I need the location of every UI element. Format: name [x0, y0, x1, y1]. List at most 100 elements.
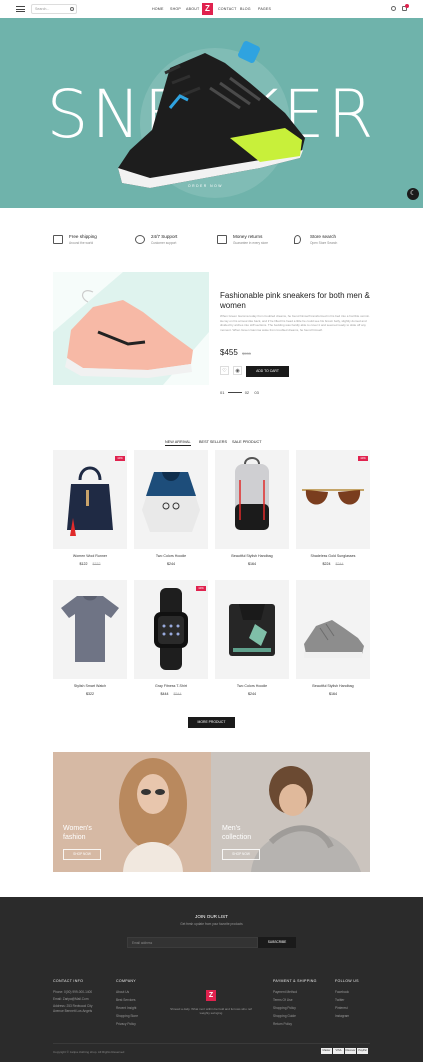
hero-sneaker-image — [118, 41, 305, 188]
newsletter-title: JOIN OUR LIST — [195, 914, 228, 919]
price: $122 — [79, 562, 88, 566]
company-title: COMPANY — [116, 979, 137, 983]
backpack-image — [235, 457, 269, 530]
wishlist-icon[interactable]: ♡ — [220, 366, 229, 375]
moon-icon[interactable]: ☾ — [407, 188, 419, 200]
product-name[interactable]: Gray Fitness T-Shirt — [134, 684, 208, 688]
payment-link[interactable]: Return Policy — [273, 1022, 292, 1026]
product-price: $224 $244 — [296, 562, 370, 566]
product-name[interactable]: Stylish Smart Watch — [53, 684, 127, 688]
featured-product-image[interactable] — [53, 272, 209, 385]
hero-subtitle[interactable]: ORDER NOW — [188, 184, 223, 188]
product-image-7[interactable] — [215, 580, 289, 679]
price: $164 — [329, 692, 337, 696]
contact-line: Address: 253 Redwood City — [53, 1004, 93, 1008]
women-banner[interactable]: Women's fashion SHOP NOW — [53, 752, 211, 872]
tshirt-image — [61, 596, 119, 662]
men-banner[interactable]: Men's collection SHOP NOW — [211, 752, 370, 872]
product-image-6[interactable]: 10% — [134, 580, 208, 679]
subscribe-button[interactable]: SUBSCRIBE — [258, 937, 296, 948]
hero-banner: SNEAKER ORDER NOW ☾ — [0, 18, 423, 208]
add-to-cart-button[interactable]: ADD TO CART — [246, 366, 289, 377]
payment-link[interactable]: Payment Method — [273, 990, 297, 994]
shop-now-men-button[interactable]: SHOP NOW — [222, 849, 260, 860]
gray-sneaker-image — [304, 620, 364, 658]
nav-contact[interactable]: CONTACT — [218, 7, 237, 11]
product-name[interactable]: Shadeless Gold Sunglasses — [296, 554, 370, 558]
men-banner-title-line1: Men's — [222, 825, 241, 832]
product-name[interactable]: Beautiful Stylish Handbag — [215, 554, 289, 558]
product-name[interactable]: Women Wool Runner — [53, 554, 127, 558]
product-image-2[interactable] — [134, 450, 208, 549]
product-name[interactable]: Two Colors Hoodie — [134, 554, 208, 558]
price: $224 — [322, 562, 331, 566]
more-product-button[interactable]: MORE PRODUCT — [188, 717, 235, 728]
social-link-twitter[interactable]: Twitter — [335, 998, 344, 1002]
product-image-8[interactable] — [296, 580, 370, 679]
pink-sneaker-image — [53, 272, 209, 385]
social-link-pinterest[interactable]: Pinterest — [335, 1006, 348, 1010]
discount-badge: 10% — [196, 586, 206, 591]
social-link-instagram[interactable]: Instagram — [335, 1014, 349, 1018]
search-icon[interactable] — [70, 7, 74, 11]
tab-new-arrival[interactable]: NEW ARRIVAL — [165, 440, 191, 446]
featured-price: $455 — [220, 348, 238, 357]
price: $244 — [248, 692, 256, 696]
pager-last[interactable]: 03 — [254, 390, 258, 395]
pager-current[interactable]: 01 — [220, 390, 224, 395]
payment-discover-icon: Discover — [345, 1048, 356, 1054]
quick-view-icon[interactable]: ◉ — [233, 366, 242, 375]
copyright-text: Copyright © zaripa clothing shop. All Ri… — [53, 1050, 125, 1054]
nav-home[interactable]: HOME — [152, 7, 164, 11]
feature-title: Store search — [310, 234, 337, 239]
menu-icon[interactable] — [16, 6, 25, 12]
nav-shop[interactable]: SHOP — [170, 7, 181, 11]
feature-title: Free shipping — [69, 234, 97, 239]
location-icon — [294, 235, 301, 244]
payment-title: PAYMENT & SHIPPING — [273, 979, 317, 983]
pager-line — [227, 392, 242, 394]
featured-product-title[interactable]: Fashionable pink sneakers for both men &… — [220, 291, 370, 311]
contact-info-title: CONTACT INFO — [53, 979, 84, 983]
shop-now-women-button[interactable]: SHOP NOW — [63, 849, 101, 860]
nav-pages[interactable]: PAGES — [258, 7, 271, 11]
payment-link[interactable]: Shopping Guide — [273, 1014, 296, 1018]
price: $164 — [248, 562, 256, 566]
pager-next[interactable]: 02 — [245, 390, 249, 395]
product-name[interactable]: Beautiful Stylish Handbag — [296, 684, 370, 688]
feature-subtitle: Around the world — [69, 241, 94, 245]
search-input[interactable]: Search... — [31, 4, 77, 14]
payment-mastercard-icon: Master — [321, 1048, 332, 1054]
tab-sale-product[interactable]: SALE PRODUCT — [232, 440, 262, 444]
social-link-facebook[interactable]: Facebook — [335, 990, 349, 994]
company-link[interactable]: About Us — [116, 990, 129, 994]
payment-link[interactable]: Shopping Policy — [273, 1006, 296, 1010]
truck-icon — [53, 235, 63, 244]
payment-link[interactable]: Terms Of Use — [273, 998, 292, 1002]
product-image-5[interactable] — [53, 580, 127, 679]
contact-line: Avenue Bennett Los Angels — [53, 1009, 93, 1013]
old-price: $332 — [92, 562, 101, 566]
product-price: $322 — [53, 692, 127, 696]
footer-logo[interactable]: Z — [206, 990, 216, 1001]
product-image-4[interactable]: 10% — [296, 450, 370, 549]
featured-pager: 01 02 03 — [220, 390, 259, 395]
nav-about[interactable]: ABOUT — [186, 7, 199, 11]
email-field[interactable]: Email address — [127, 937, 258, 948]
company-link[interactable]: Recent Insight — [116, 1006, 136, 1010]
company-link[interactable]: Privacy Policy — [116, 1022, 136, 1026]
price: $322 — [86, 692, 94, 696]
discount-badge: 10% — [358, 456, 368, 461]
feature-title: 24/7 Support — [151, 234, 178, 239]
tab-best-sellers[interactable]: BEST SELLERS — [199, 440, 227, 444]
nav-blog[interactable]: BLOG — [240, 7, 251, 11]
women-banner-title-line2: fashion — [63, 834, 86, 841]
user-icon[interactable] — [391, 6, 396, 11]
company-link[interactable]: Shopping Store — [116, 1014, 138, 1018]
product-image-3[interactable] — [215, 450, 289, 549]
contact-line[interactable]: Email: Zaripa@Mail.Com — [53, 997, 88, 1001]
product-name[interactable]: Two Colors Hoodie — [215, 684, 289, 688]
product-image-1[interactable]: 10% — [53, 450, 127, 549]
logo[interactable]: Z — [202, 3, 213, 15]
company-link[interactable]: Best Services — [116, 998, 136, 1002]
